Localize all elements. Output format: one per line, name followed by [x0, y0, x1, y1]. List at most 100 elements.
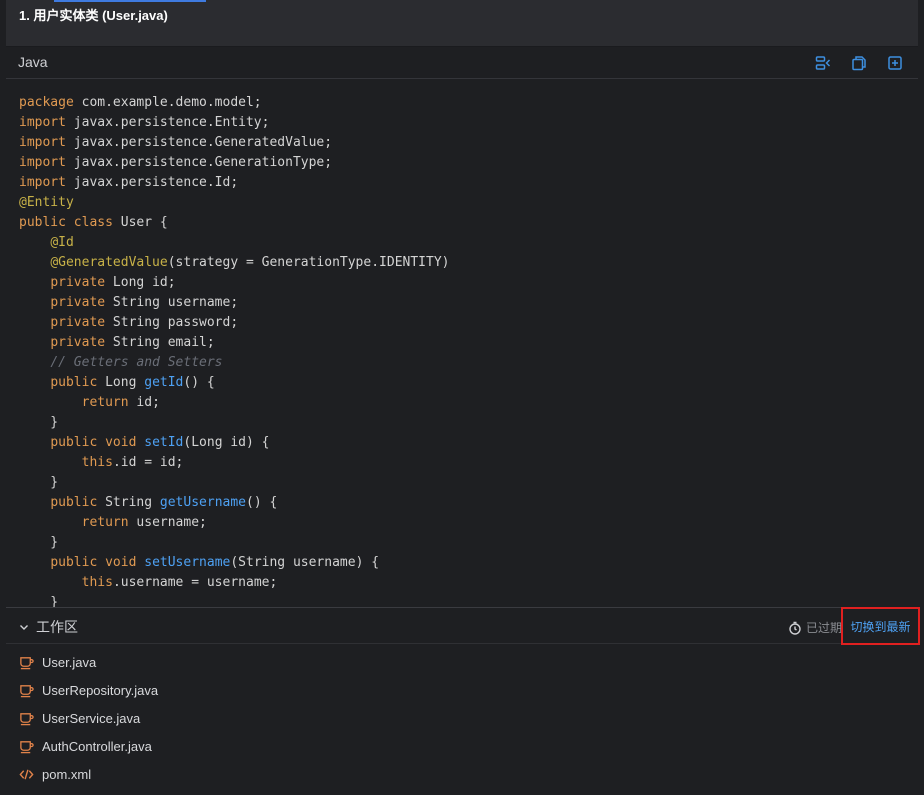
code-token: getId: [144, 375, 184, 390]
code-token: this: [81, 455, 113, 470]
code-token: javax.persistence.Id;: [65, 175, 239, 190]
code-token: class: [73, 215, 113, 230]
code-token: private: [50, 315, 106, 330]
code-token: void: [105, 435, 137, 450]
code-token: getUsername: [159, 495, 246, 510]
code-token: @Entity: [19, 195, 74, 210]
code-token: public: [50, 375, 98, 390]
workspace-collapse-toggle[interactable]: 工作区: [18, 617, 78, 637]
code-token: }: [19, 595, 59, 607]
code-line: this.username = username;: [19, 573, 449, 593]
code-token: javax.persistence.GenerationType;: [65, 155, 333, 170]
file-name: AuthController.java: [42, 738, 152, 754]
chevron-down-icon: [20, 625, 28, 630]
code-token: @Id: [50, 235, 74, 250]
workspace-status: 已过期: [788, 619, 842, 636]
code-token: String password;: [105, 315, 239, 330]
code-token: import: [19, 115, 66, 130]
file-item[interactable]: User.java: [6, 648, 918, 676]
code-token: package: [19, 95, 74, 110]
code-token: this: [81, 575, 113, 590]
code-token: String username;: [105, 295, 239, 310]
switch-to-latest-button[interactable]: 切换到最新: [841, 607, 920, 645]
file-item[interactable]: UserRepository.java: [6, 676, 918, 704]
code-actions: [812, 53, 906, 73]
code-token: public: [50, 555, 98, 570]
code-token: void: [105, 555, 137, 570]
code-token: String: [97, 495, 160, 510]
code-token: username;: [128, 515, 207, 530]
file-item[interactable]: pom.xml: [6, 760, 918, 788]
code-token: public: [19, 215, 66, 230]
code-line: public String getUsername() {: [19, 493, 449, 513]
code-content: package com.example.demo.model; import ja…: [19, 93, 449, 607]
workspace-file-list: User.java UserRepository.java UserService.…: [6, 648, 918, 788]
code-language-label: Java: [18, 54, 48, 70]
code-line: public void setId(Long id) {: [19, 433, 449, 453]
expand-button[interactable]: [884, 53, 906, 73]
code-token: return: [81, 515, 129, 530]
xml-file-icon: [19, 769, 34, 779]
code-line: package com.example.demo.model;: [19, 93, 449, 113]
java-file-icon: [20, 712, 34, 725]
code-line: @Entity: [19, 193, 449, 213]
file-name: pom.xml: [42, 766, 92, 782]
code-line: public Long getId() {: [19, 373, 449, 393]
code-block: Java package com.example.demo.model; imp…: [6, 47, 918, 607]
code-token: private: [50, 275, 106, 290]
copy-icon: [852, 56, 866, 71]
wrap-toggle-button[interactable]: [812, 53, 834, 73]
code-line: return username;: [19, 513, 449, 533]
code-block-header: Java: [6, 47, 918, 79]
code-line: return id;: [19, 393, 449, 413]
code-token: .id = id;: [112, 455, 184, 470]
code-line: private Long id;: [19, 273, 449, 293]
code-line: }: [19, 413, 449, 433]
code-line: import javax.persistence.Entity;: [19, 113, 449, 133]
code-token: setUsername: [144, 555, 231, 570]
code-token: @GeneratedValue: [50, 255, 168, 270]
code-line: @Id: [19, 233, 449, 253]
code-token: import: [19, 135, 66, 150]
code-token: setId: [144, 435, 184, 450]
file-item[interactable]: AuthController.java: [6, 732, 918, 760]
workspace-title: 工作区: [36, 619, 78, 635]
code-token: public: [50, 435, 98, 450]
workspace-panel: 工作区 已过期 切换到最新 User.java UserRepository.ja…: [6, 607, 920, 792]
code-token: private: [50, 335, 106, 350]
code-line: }: [19, 473, 449, 493]
file-name: UserService.java: [42, 710, 141, 726]
java-file-icon: [20, 656, 34, 669]
timer-icon: [789, 621, 801, 635]
file-item[interactable]: UserService.java: [6, 704, 918, 732]
message-heading-bar: 1. 用户实体类 (User.java): [6, 0, 918, 47]
code-line: private String password;: [19, 313, 449, 333]
code-token: javax.persistence.GeneratedValue;: [65, 135, 333, 150]
code-line: // Getters and Setters: [19, 353, 449, 373]
code-line: @GeneratedValue(strategy = GenerationTyp…: [19, 253, 449, 273]
heading-accent-line: [54, 0, 206, 2]
copy-button[interactable]: [848, 53, 870, 73]
code-token: }: [19, 535, 59, 550]
code-line: private String email;: [19, 333, 449, 353]
java-file-icon: [20, 684, 34, 697]
code-token: public: [50, 495, 98, 510]
code-token: () {: [183, 375, 215, 390]
code-token: import: [19, 155, 66, 170]
java-file-icon: [20, 740, 34, 753]
code-line: this.id = id;: [19, 453, 449, 473]
code-token: private: [50, 295, 106, 310]
